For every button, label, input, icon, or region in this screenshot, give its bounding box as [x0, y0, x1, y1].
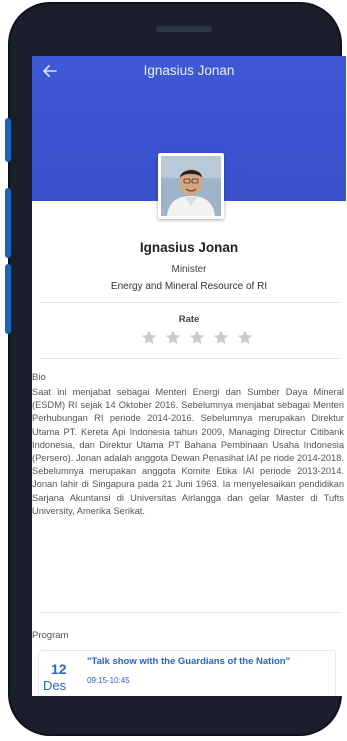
program-date-month: Des	[43, 678, 67, 693]
power-button	[5, 264, 11, 334]
phone-speaker	[156, 26, 212, 32]
volume-button	[5, 118, 11, 162]
avatar	[158, 153, 224, 219]
app-bar: Ignasius Jonan	[32, 56, 346, 86]
star-icon[interactable]	[212, 329, 230, 346]
star-icon[interactable]	[164, 329, 182, 346]
bio-text: Saat ini menjabat sebagai Menteri Energi…	[32, 387, 344, 516]
rate-label: Rate	[178, 314, 200, 325]
profile-organization: Energy and Mineral Resource of RI	[110, 281, 268, 292]
program-label: Program	[32, 630, 69, 641]
star-icon[interactable]	[236, 329, 254, 346]
profile-name: Ignasius Jonan	[139, 240, 239, 255]
bio-label: Bio	[32, 372, 46, 383]
star-rating[interactable]	[140, 329, 260, 346]
phone-bottom-bezel	[32, 696, 346, 730]
app-bar-title: Ignasius Jonan	[143, 63, 235, 78]
phone-frame: Ignasius Jonan Ignasius Jonan Minister E…	[10, 4, 346, 734]
divider	[40, 612, 340, 613]
program-time: 09:15-10:45	[87, 676, 130, 685]
program-item[interactable]: 12 Des "Talk show with the Guardians of …	[38, 650, 336, 696]
divider	[40, 358, 340, 359]
divider	[40, 302, 340, 303]
app-screen: Ignasius Jonan Ignasius Jonan Minister E…	[32, 56, 346, 696]
volume-button	[5, 188, 11, 258]
profile-photo	[161, 156, 221, 216]
program-title: "Talk show with the Guardians of the Nat…	[87, 656, 291, 667]
star-icon[interactable]	[188, 329, 206, 346]
program-date-day: 12	[51, 661, 67, 677]
star-icon[interactable]	[140, 329, 158, 346]
profile-role: Minister	[171, 264, 207, 275]
